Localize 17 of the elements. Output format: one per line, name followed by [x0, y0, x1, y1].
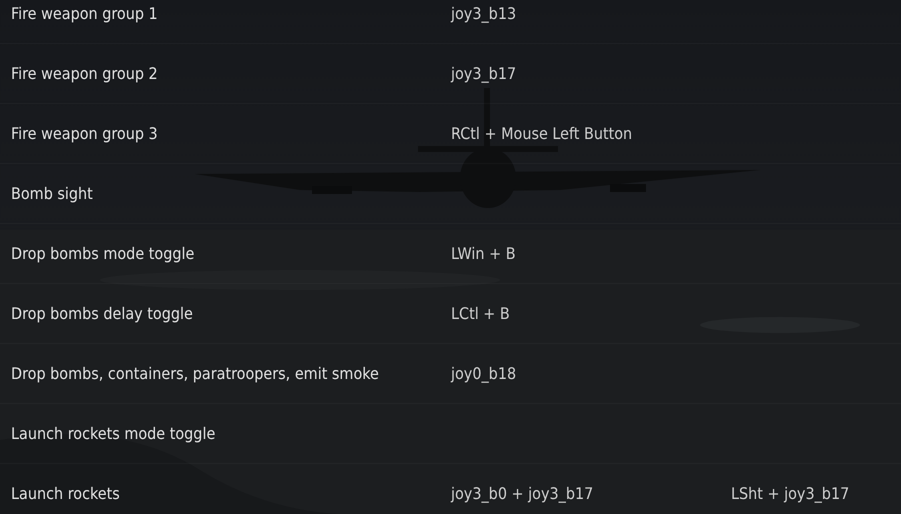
key-binding[interactable]: joy3_b0 + joy3_b17 — [451, 484, 731, 503]
action-label: Drop bombs delay toggle — [10, 304, 194, 323]
action-label: Fire weapon group 1 — [10, 4, 159, 23]
action-label: Launch rockets mode toggle — [10, 424, 216, 443]
action-label: Drop bombs, containers, paratroopers, emit smoke — [10, 364, 380, 383]
action-label: Fire weapon group 3 — [10, 124, 159, 143]
key-binding[interactable]: joy3_b13 — [451, 4, 731, 23]
key-binding[interactable]: joy0_b18 — [451, 364, 731, 383]
key-binding[interactable]: LWin + B — [451, 244, 731, 263]
action-label: Bomb sight — [10, 184, 94, 203]
key-binding[interactable]: LCtl + B — [451, 304, 731, 323]
key-binding[interactable]: joy3_b17 — [451, 64, 731, 83]
action-label: Drop bombs mode toggle — [10, 244, 196, 263]
action-label: Fire weapon group 2 — [10, 64, 159, 83]
action-label: Launch rockets — [10, 484, 121, 503]
key-binding[interactable]: RCtl + Mouse Left Button — [451, 124, 731, 143]
key-binding[interactable]: LSht + joy3_b17 — [731, 484, 901, 503]
